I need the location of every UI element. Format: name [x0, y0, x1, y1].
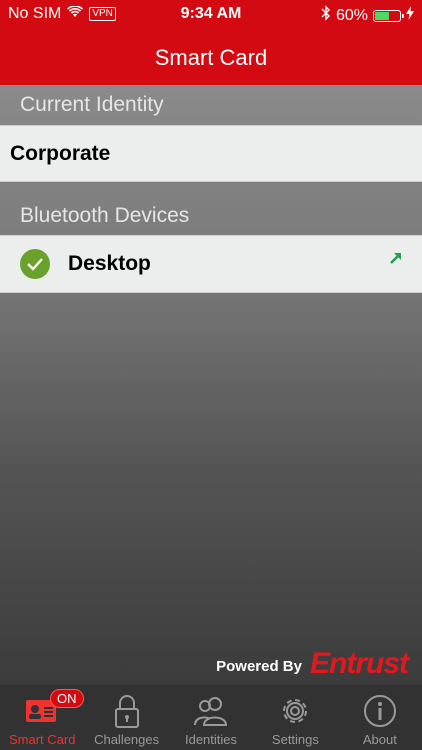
status-right: 60%	[321, 5, 414, 26]
tab-label: Settings	[271, 732, 319, 747]
tab-settings[interactable]: Settings	[253, 685, 337, 750]
section-header-current-identity: Current Identity	[20, 93, 164, 116]
section-header-bluetooth: Bluetooth Devices	[20, 204, 190, 227]
tab-identities[interactable]: Identities	[169, 685, 253, 750]
nav-bar: Smart Card	[0, 30, 422, 85]
tab-label: Identities	[184, 732, 238, 747]
device-row-desktop[interactable]: Desktop	[0, 235, 422, 293]
tab-label: Smart Card	[8, 732, 76, 747]
info-icon	[362, 690, 398, 732]
people-icon	[191, 690, 231, 732]
tab-bar: ON Smart Card Challenges Identities Sett…	[0, 685, 422, 750]
status-bar: No SIM VPN 9:34 AM 60%	[0, 0, 422, 30]
main-content: Current Identity Corporate Bluetooth Dev…	[0, 85, 422, 685]
identity-label: Corporate	[10, 141, 111, 165]
battery-percent: 60%	[335, 6, 368, 24]
connected-arrow-icon	[388, 248, 404, 272]
gear-icon	[277, 690, 313, 732]
entrust-logo: Entrust	[310, 647, 409, 680]
check-icon	[20, 249, 50, 279]
tab-challenges[interactable]: Challenges	[84, 685, 168, 750]
page-title: Smart Card	[154, 44, 268, 70]
lock-icon	[113, 690, 141, 732]
battery-icon	[373, 9, 404, 22]
bluetooth-icon	[321, 5, 331, 26]
charging-icon	[406, 6, 414, 25]
device-label: Desktop	[68, 252, 151, 275]
tab-label: About	[362, 732, 397, 747]
powered-by-label: Powered By	[216, 658, 302, 675]
tab-about[interactable]: About	[338, 685, 422, 750]
identity-row[interactable]: Corporate	[0, 125, 422, 182]
on-badge: ON	[50, 689, 84, 708]
tab-label: Challenges	[94, 732, 160, 747]
tab-smart-card[interactable]: ON Smart Card	[0, 685, 84, 750]
powered-by: Powered By Entrust	[216, 647, 409, 680]
